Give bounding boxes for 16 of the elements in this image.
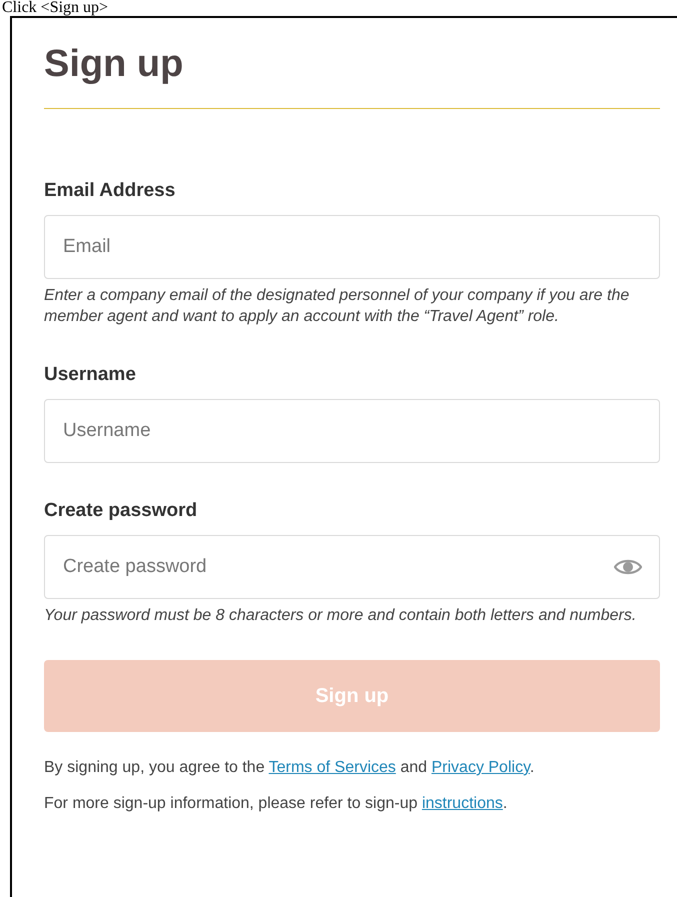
notice-text: For more sign-up information, please refer to sign-up instructions.: [44, 794, 508, 814]
field-label: Create password: [44, 499, 198, 523]
input-field[interactable]: Username: [44, 399, 660, 463]
field-hint: Your password must be 8 characters or more and contain both letters and numbers.: [44, 606, 638, 626]
text-link[interactable]: Privacy Policy: [431, 759, 530, 776]
caption: Click <Sign up>: [1, 0, 108, 16]
field-hint: Enter a company email of the designated personnel of your company if you are the member agent and want to apply an account with the “Travel Agent” role.: [44, 286, 630, 327]
field-label: Email Address: [44, 179, 176, 203]
field-label: Username: [44, 363, 137, 387]
text-link[interactable]: instructions: [422, 795, 503, 812]
text-link[interactable]: Terms of Services: [268, 759, 396, 776]
page-title: Sign up: [44, 42, 184, 86]
input-field[interactable]: Email: [44, 215, 660, 279]
password-field[interactable]: Create password: [44, 535, 660, 599]
notice-text: By signing up, you agree to the Terms of Services and Privacy Policy.: [44, 758, 536, 778]
eye-icon[interactable]: [614, 558, 642, 576]
